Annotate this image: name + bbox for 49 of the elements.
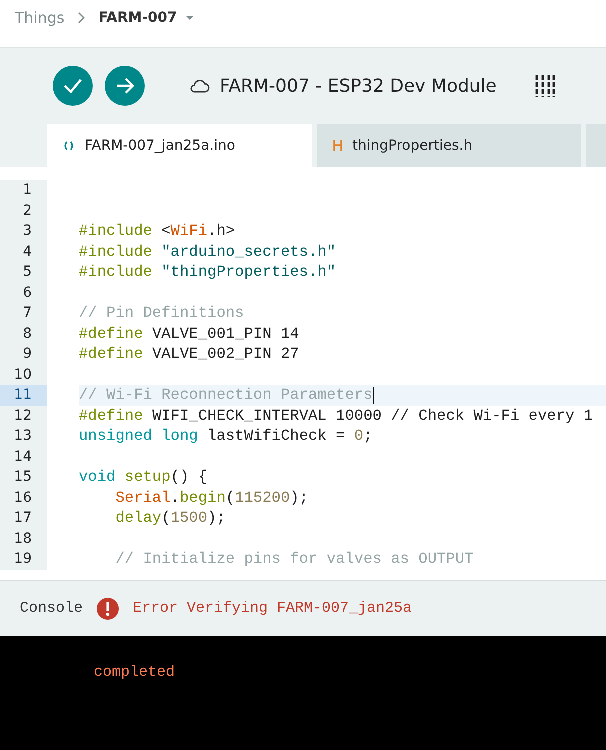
caret-icon[interactable] [185, 15, 196, 21]
code-line: #define VALVE_001_PIN 14 [79, 324, 300, 343]
text-cursor [372, 386, 374, 404]
console-output: completed [94, 664, 176, 681]
line-number: 17 [0, 508, 47, 528]
code-line: delay(1500); [114, 509, 226, 528]
cloud-icon [189, 80, 210, 92]
board-title: FARM-007 - ESP32 Dev Module [220, 76, 497, 96]
sliders-icon[interactable] [534, 74, 555, 98]
line-number: 12 [0, 406, 47, 426]
code-line: #include "thingProperties.h" [79, 263, 336, 282]
code-line: // Initialize pins for valves as OUTPUT [114, 550, 474, 568]
code-line: #define WIFI_CHECK_INTERVAL 10000 // Check Wi-Fi every 1 [79, 406, 594, 425]
upload-button[interactable] [105, 66, 145, 106]
code-line: // Pin Definitions [79, 304, 244, 322]
line-number: 10 [0, 364, 47, 385]
breadcrumb-item[interactable]: FARM-007 [98, 10, 178, 26]
editor-tab[interactable]: thingProperties.h [316, 124, 581, 167]
code-line: #include "arduino_secrets.h" [79, 242, 336, 261]
code-line: Serial.begin(115200); [114, 488, 309, 507]
line-number: 7 [0, 303, 47, 324]
console-label: Console [20, 600, 84, 617]
line-number: 8 [0, 324, 47, 344]
code-line: void setup() { [79, 468, 208, 486]
line-number: 3 [0, 221, 47, 242]
line-number: 5 [0, 262, 47, 282]
line-number: 14 [0, 446, 47, 467]
status-message: Error Verifying FARM-007_jan25a [133, 600, 412, 617]
line-number: 19 [0, 549, 47, 570]
error-icon [97, 598, 120, 620]
line-number: 18 [0, 528, 47, 549]
line-number: 9 [0, 344, 47, 364]
line-number: 6 [0, 282, 47, 303]
line-number: 4 [0, 242, 47, 262]
line-number: 15 [0, 467, 47, 488]
chevron-icon [76, 12, 85, 24]
code-line: #define VALVE_002_PIN 27 [79, 345, 300, 364]
line-number: 11 [0, 385, 47, 406]
line-number: 1 [0, 180, 47, 200]
code-line: unsigned long lastWifiCheck = 0; [79, 427, 373, 446]
editor-tab[interactable]: FARM-007_jan25a.ino [47, 124, 312, 167]
verify-button[interactable] [53, 66, 93, 106]
line-number: 13 [0, 426, 47, 446]
code-line: #include <WiFi.h> [79, 222, 236, 240]
line-number: 2 [0, 200, 47, 221]
code-line: // Wi-Fi Reconnection Parameters [79, 386, 373, 404]
h-letter-icon [332, 140, 342, 151]
line-number: 16 [0, 488, 47, 508]
brackets-icon [63, 140, 75, 150]
